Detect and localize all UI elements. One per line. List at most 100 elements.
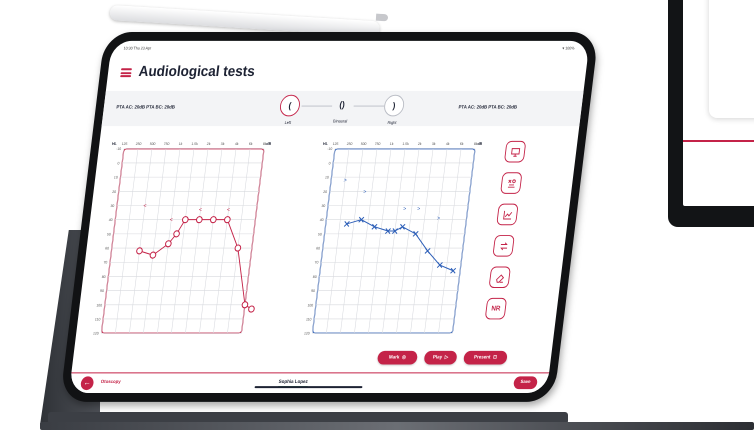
left-audiogram-svg: -10 0 10 20 30 40 50 60 70 80 90 100 110 120 125 250 500…	[93, 142, 272, 336]
side-left-button[interactable]: ( Left	[274, 94, 305, 126]
pta-bar: PTA AC: 20dB PTA BC: 20dB ( Left () Bina…	[101, 90, 584, 127]
mark-button[interactable]: Mark ◎	[376, 350, 419, 365]
present-icon: ⊡	[492, 354, 498, 361]
y-tick-label: 80	[313, 275, 317, 279]
x-tick-label: 1k	[390, 142, 394, 146]
tool-monitor-button[interactable]	[503, 140, 527, 163]
ac-point	[248, 305, 255, 313]
x-tick-label: 3k	[221, 142, 225, 146]
db-axis-label: dB	[266, 142, 272, 146]
mark-icon: ◎	[401, 354, 407, 361]
y-tick-label: 20	[323, 190, 327, 194]
stylus-tip	[375, 13, 389, 22]
x-tick-label: 6k	[249, 142, 253, 146]
tool-eraser-button[interactable]	[488, 266, 511, 289]
page-title: Audiological tests	[137, 63, 256, 81]
left-audiogram[interactable]: -10 0 10 20 30 40 50 60 70 80 90 100 110 120 125 250 500…	[86, 135, 283, 339]
ac-point	[173, 230, 180, 238]
y-tick-label: 10	[325, 175, 329, 179]
eraser-icon	[495, 273, 504, 283]
tablet: 10:30 Thu 23 Apr ▾ 100% Audiological tes…	[59, 32, 599, 402]
side-right-label: Right	[387, 120, 397, 126]
y-tick-label: -10	[116, 147, 121, 151]
menu-icon[interactable]	[120, 68, 132, 78]
y-tick-label: 50	[318, 232, 322, 236]
right-audiogram-svg: -10 0 10 20 30 40 50 60 70 80 90 100 110 120 125 250 500…	[304, 142, 483, 336]
ear-right-icon: )	[382, 94, 406, 117]
side-right-button[interactable]: ) Right	[378, 94, 409, 126]
y-tick-label: 110	[306, 317, 312, 321]
play-icon: ▷	[444, 354, 449, 361]
y-tick-label: 60	[316, 246, 320, 250]
background-card: I	[709, 0, 754, 118]
y-tick-label: 100	[307, 303, 313, 307]
home-indicator	[254, 386, 363, 389]
tool-switch-button[interactable]	[492, 235, 515, 257]
y-tick-label: 70	[314, 261, 318, 265]
ac-point	[182, 216, 189, 224]
x-tick-label: 750	[163, 142, 169, 146]
otoscopy-link[interactable]: Otoscopy	[100, 380, 120, 385]
x-tick-label: 125	[332, 142, 338, 146]
x-tick-label: 4k	[235, 142, 239, 146]
ac-point	[224, 216, 231, 224]
x0-symbols-icon	[507, 178, 516, 188]
status-battery: ▾ 100%	[562, 45, 575, 51]
back-button[interactable]: ←	[80, 376, 95, 391]
background-divider	[683, 140, 754, 142]
y-tick-label: 70	[103, 261, 107, 265]
x-tick-label: 2k	[207, 142, 211, 146]
play-label: Play	[432, 354, 443, 361]
y-tick-label: 10	[114, 175, 118, 179]
y-tick-label: 30	[110, 204, 114, 208]
x-tick-label: 3k	[432, 142, 436, 146]
save-button[interactable]: Save	[513, 376, 538, 390]
x-tick-label: 250	[346, 142, 352, 146]
x-tick-label: 6k	[460, 142, 464, 146]
ac-point	[210, 216, 217, 224]
y-tick-label: 120	[304, 332, 310, 336]
y-tick-label: 110	[95, 317, 101, 321]
ac-point	[234, 244, 242, 252]
x-tick-label: 750	[375, 142, 381, 146]
y-tick-label: 30	[321, 204, 325, 208]
side-left-label: Left	[284, 120, 292, 126]
hl-axis-label: HL	[112, 142, 118, 146]
x-tick-label: 1.5k	[191, 142, 198, 146]
present-button[interactable]: Present ⊡	[463, 350, 508, 365]
y-tick-label: 90	[311, 289, 315, 293]
ear-left-icon: (	[278, 94, 302, 117]
play-button[interactable]: Play ▷	[423, 350, 458, 365]
x-tick-label: 4k	[446, 142, 450, 146]
ac-point	[241, 301, 249, 309]
x-tick-label: 125	[121, 142, 127, 146]
x-tick-label: 2k	[418, 142, 422, 146]
x-tick-label: 500	[149, 142, 155, 146]
y-tick-label: 40	[320, 218, 324, 222]
monitor-icon	[510, 147, 520, 157]
switch-arrows-icon	[499, 241, 508, 250]
present-label: Present	[473, 354, 491, 361]
x-tick-label: 250	[135, 142, 141, 146]
tool-nr-button[interactable]: NR	[484, 297, 508, 320]
pta-right-values: PTA AC: 20dB PTA BC: 20dB	[458, 105, 518, 111]
side-binaural-label: Binaural	[332, 118, 348, 124]
background-device-screen: I	[683, 0, 754, 206]
hl-axis-label: HL	[323, 142, 329, 146]
y-tick-label: 90	[100, 289, 104, 293]
ac-point	[196, 216, 203, 224]
app-screen: 10:30 Thu 23 Apr ▾ 100% Audiological tes…	[68, 40, 590, 394]
y-tick-label: 0	[328, 161, 330, 165]
y-tick-label: 100	[96, 303, 102, 307]
y-tick-label: 40	[108, 218, 112, 222]
ac-point	[149, 251, 157, 259]
tool-symbols-button[interactable]	[500, 172, 523, 194]
tool-chart-button[interactable]	[496, 203, 519, 226]
y-tick-label: 0	[117, 161, 119, 165]
bottom-bar: ← Otoscopy Sophia Lopez Save	[68, 372, 550, 394]
x-tick-label: 500	[361, 142, 367, 146]
right-audiogram[interactable]: -10 0 10 20 30 40 50 60 70 80 90 100 110 120 125 250 500…	[297, 135, 494, 339]
side-binaural-button[interactable]: () Binaural	[326, 95, 356, 124]
ac-point	[165, 240, 172, 248]
y-tick-label: 120	[93, 332, 99, 336]
